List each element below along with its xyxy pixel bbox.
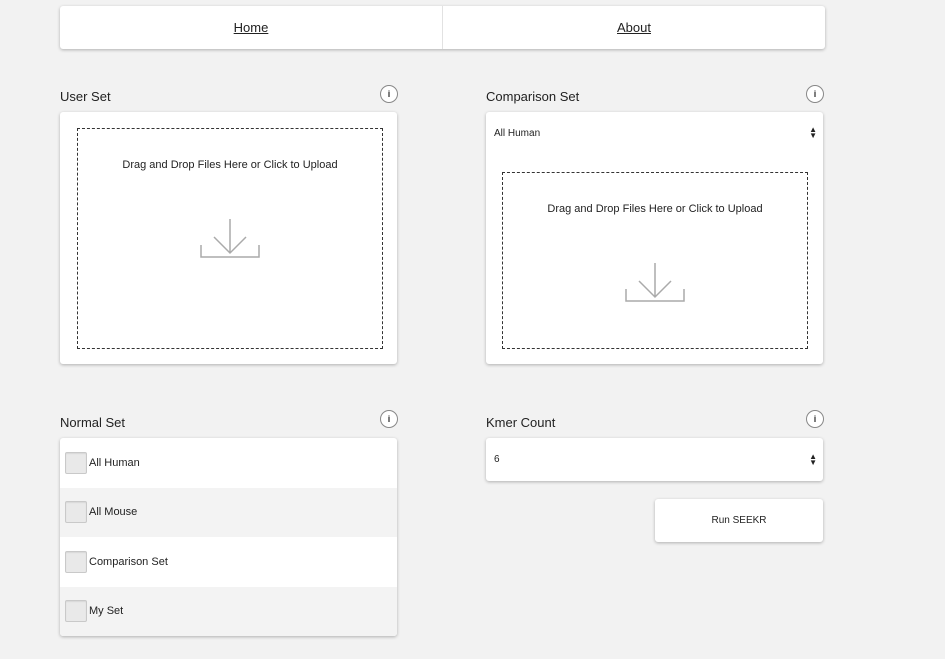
comparison-set-selected: All Human [494, 127, 541, 139]
normal-set-option-all-human[interactable]: All Human [60, 438, 397, 488]
download-icon [200, 219, 260, 258]
kmer-count-selected: 6 [494, 454, 500, 465]
kmer-count-select[interactable]: 6 ▲ ▼ [486, 438, 823, 481]
normal-set-option-my-set[interactable]: My Set [60, 586, 397, 636]
checkbox[interactable] [65, 550, 87, 573]
comparison-set-dropzone[interactable]: Drag and Drop Files Here or Click to Upl… [502, 172, 808, 349]
comparison-set-label: Comparison Set [486, 89, 580, 104]
top-nav: Home About [60, 6, 825, 49]
option-label: My Set [89, 605, 124, 618]
select-arrows-icon: ▲ ▼ [809, 451, 817, 467]
user-set-dropzone[interactable]: Drag and Drop Files Here or Click to Upl… [77, 128, 383, 349]
checkbox[interactable] [65, 451, 87, 474]
nav-about-link[interactable]: About [442, 6, 825, 49]
user-set-info-icon[interactable]: i [380, 85, 398, 103]
normal-set-panel: All Human All Mouse Comparison Set My Se… [60, 438, 397, 636]
checkbox[interactable] [65, 501, 87, 524]
comparison-set-panel: All Human ▲ ▼ Drag and Drop Files Here or… [486, 112, 823, 364]
normal-set-option-all-mouse[interactable]: All Mouse [60, 487, 397, 537]
comparison-set-info-icon[interactable]: i [806, 85, 824, 103]
run-seekr-button[interactable]: Run SEEKR [655, 499, 823, 542]
user-set-panel: Drag and Drop Files Here or Click to Upl… [60, 112, 397, 364]
download-icon [625, 263, 685, 302]
normal-set-option-comparison-set[interactable]: Comparison Set [60, 537, 397, 587]
kmer-count-info-icon[interactable]: i [806, 410, 824, 428]
comparison-set-select[interactable]: All Human ▲ ▼ [486, 122, 823, 144]
checkbox[interactable] [65, 600, 87, 623]
kmer-count-label: Kmer Count [486, 415, 556, 430]
select-arrows-icon: ▲ ▼ [809, 125, 817, 140]
user-set-dropzone-text: Drag and Drop Files Here or Click to Upl… [122, 159, 338, 171]
normal-set-info-icon[interactable]: i [380, 410, 398, 428]
user-set-label: User Set [60, 89, 111, 104]
option-label: All Mouse [89, 506, 138, 519]
nav-home-link[interactable]: Home [60, 6, 442, 49]
comparison-set-dropzone-text: Drag and Drop Files Here or Click to Upl… [547, 203, 763, 215]
normal-set-label: Normal Set [60, 415, 126, 430]
option-label: All Human [89, 456, 140, 469]
kmer-count-panel: 6 ▲ ▼ [486, 438, 823, 481]
option-label: Comparison Set [89, 555, 168, 568]
